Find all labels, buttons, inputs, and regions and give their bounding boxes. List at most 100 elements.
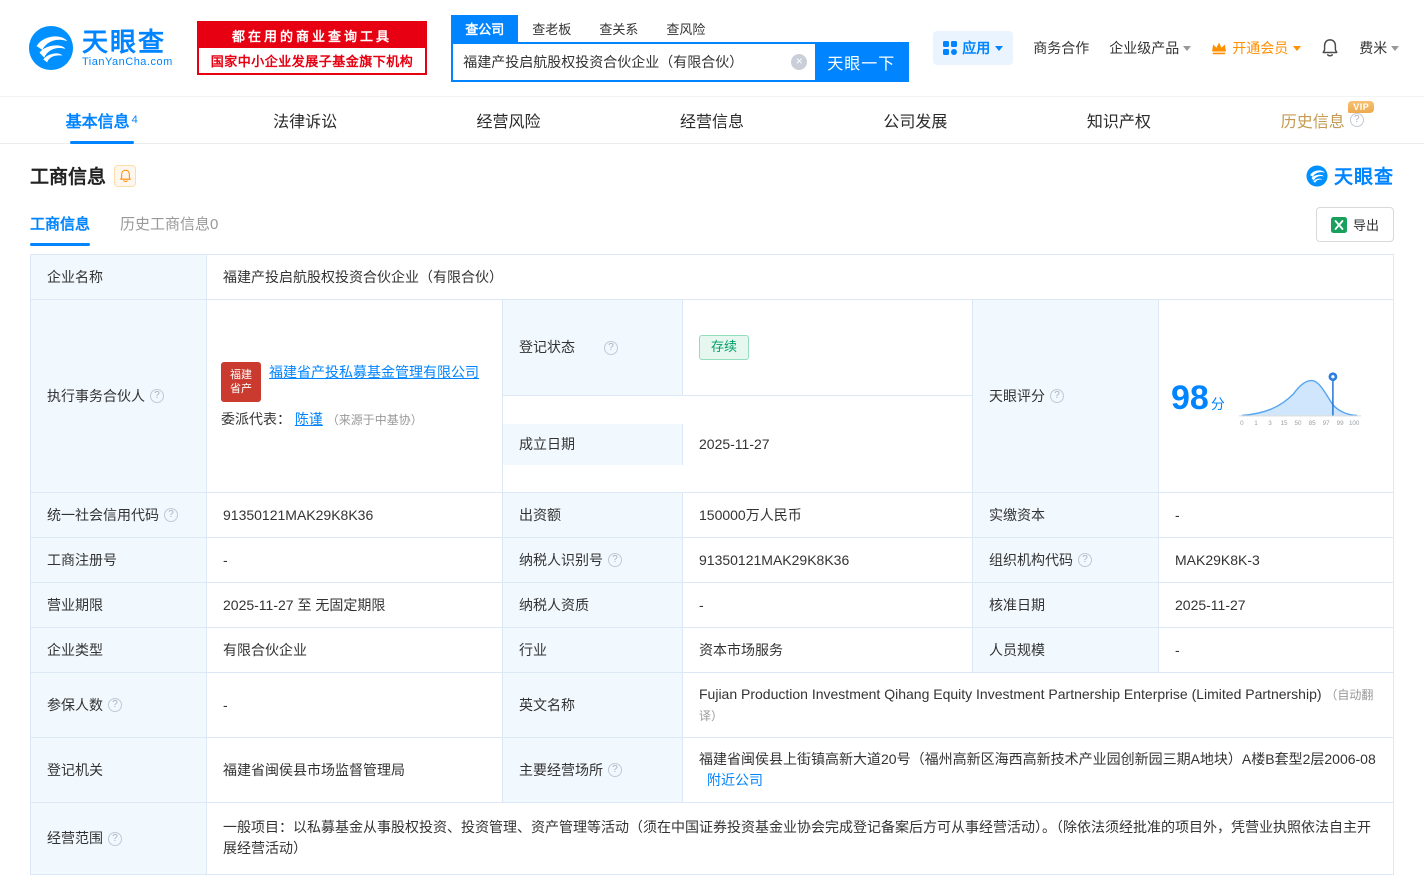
svg-text:0: 0 (1240, 420, 1244, 427)
svg-text:15: 15 (1280, 420, 1287, 427)
export-button[interactable]: 导出 (1315, 207, 1394, 242)
approve-date-label: 核准日期 (973, 583, 1159, 628)
apps-grid-icon (943, 41, 958, 55)
tab-operation-info[interactable]: 经营信息 (610, 97, 813, 143)
enterprise-products-menu[interactable]: 企业级产品 (1109, 38, 1192, 58)
tab-company-development-label: 公司发展 (883, 114, 948, 131)
help-icon[interactable] (604, 340, 618, 355)
partner-logo[interactable]: 福建 省产 (221, 362, 261, 402)
slogan-line1: 都在用的商业查询工具 (198, 23, 426, 48)
staff-size-value: - (1159, 628, 1394, 673)
subscribe-bell-icon[interactable] (114, 164, 137, 187)
business-address-label: 主要经营场所 (503, 738, 683, 803)
header-right: 应用 商务合作 企业级产品 开通会员 费米 (933, 31, 1400, 65)
notification-bell-icon[interactable] (1321, 38, 1339, 58)
tab-legal-proceedings[interactable]: 法律诉讼 (203, 97, 406, 143)
svg-text:50: 50 (1294, 420, 1301, 427)
tianyancha-logo[interactable]: 天眼查 TianYanCha.com (28, 25, 173, 71)
staff-size-label: 人员规模 (973, 628, 1159, 673)
tianyancha-logo-icon (28, 25, 74, 71)
tab-operation-risk-label: 经营风险 (476, 114, 541, 131)
reg-authority-label: 登记机关 (31, 738, 207, 803)
search-tab-boss[interactable]: 查老板 (518, 15, 585, 42)
capital-value: 150000万人民币 (683, 493, 973, 538)
sub-tabs: 工商信息 历史工商信息0 导出 (30, 207, 1394, 252)
nearby-companies-link[interactable]: 附近公司 (707, 772, 763, 788)
vip-badge: VIP (1348, 101, 1375, 113)
business-cooperation-link[interactable]: 商务合作 (1033, 38, 1089, 58)
paid-capital-label: 实缴资本 (973, 493, 1159, 538)
tab-intellectual-property[interactable]: 知识产权 (1017, 97, 1220, 143)
apps-label: 应用 (962, 40, 991, 56)
business-scope-value: 一般项目：以私募基金从事股权投资、投资管理、资产管理等活动（须在中国证券投资基金… (207, 803, 1394, 875)
brand-name: 天眼查 (82, 26, 167, 57)
subtab-business-info[interactable]: 工商信息 (30, 213, 91, 246)
search-input[interactable] (453, 53, 792, 70)
help-icon[interactable] (108, 831, 122, 846)
partner-block: 福建 省产 福建省产投私募基金管理有限公司 (221, 362, 479, 402)
industry-label: 行业 (503, 628, 683, 673)
tab-operation-risk[interactable]: 经营风险 (407, 97, 610, 143)
help-icon[interactable] (608, 763, 622, 777)
status-badge: 存续 (699, 335, 750, 360)
main-nav-tabs: 基本信息 4 法律诉讼 经营风险 经营信息 公司发展 知识产权 VIP 历史信息 (0, 96, 1424, 144)
delegate-label: 委派代表： (221, 411, 291, 427)
help-icon[interactable] (150, 389, 164, 403)
help-icon[interactable] (1349, 113, 1364, 127)
tab-company-development[interactable]: 公司发展 (814, 97, 1017, 143)
establish-date-label: 成立日期 (503, 423, 683, 465)
reg-status-value: 存续 (683, 300, 972, 396)
help-icon[interactable] (164, 508, 178, 522)
enterprise-products-label: 企业级产品 (1109, 40, 1180, 56)
managing-partner-value: 福建 省产 福建省产投私募基金管理有限公司 委派代表： 陈谨 （来源于中基协） (207, 300, 503, 493)
tab-history-info[interactable]: VIP 历史信息 (1221, 97, 1424, 143)
user-menu[interactable]: 费米 (1359, 38, 1400, 58)
company-type-label: 企业类型 (31, 628, 207, 673)
help-icon[interactable] (1050, 389, 1064, 403)
search-tab-risk[interactable]: 查风险 (652, 15, 719, 42)
subtab-history-business-info[interactable]: 历史工商信息0 (120, 213, 218, 246)
score-chart: 0 1 3 15 50 85 97 99 100 (1238, 372, 1361, 427)
tab-intellectual-property-label: 知识产权 (1086, 114, 1151, 131)
search-button[interactable]: 天眼一下 (815, 43, 908, 80)
taxpayer-quality-value: - (683, 583, 973, 628)
help-icon[interactable] (1078, 553, 1092, 567)
search-tab-relation[interactable]: 查关系 (585, 15, 652, 42)
delegate-source: （来源于中基协） (326, 413, 423, 427)
excel-icon (1330, 216, 1347, 233)
tab-basic-info[interactable]: 基本信息 4 (0, 97, 203, 143)
taxpayer-id-value: 91350121MAK29K8K36 (683, 538, 973, 583)
business-scope-label: 经营范围 (31, 803, 207, 875)
english-name-label: 英文名称 (503, 673, 683, 738)
delegate-link[interactable]: 陈谨 (295, 411, 323, 427)
search-tabs: 查公司 查老板 查关系 查风险 (451, 14, 909, 42)
chevron-down-icon (1293, 45, 1302, 51)
svg-text:3: 3 (1268, 420, 1272, 427)
tab-count-badge: 4 (131, 114, 138, 126)
insured-count-value: - (207, 673, 503, 738)
apps-menu[interactable]: 应用 (933, 31, 1014, 65)
open-vip-link[interactable]: 开通会员 (1211, 38, 1302, 58)
header: 天眼查 TianYanCha.com 都在用的商业查询工具 国家中小企业发展子基… (0, 0, 1424, 96)
section-header: 工商信息 天眼查 (30, 162, 1394, 189)
clear-search-icon[interactable] (791, 53, 808, 70)
export-label: 导出 (1352, 218, 1379, 233)
business-term-value: 2025-11-27 至 无固定期限 (207, 583, 503, 628)
partner-company-link[interactable]: 福建省产投私募基金管理有限公司 (269, 362, 479, 382)
help-icon[interactable] (108, 698, 122, 712)
industry-value: 资本市场服务 (683, 628, 973, 673)
reg-number-value: - (207, 538, 503, 583)
help-icon[interactable] (608, 553, 622, 567)
score-value: 98 分 0 1 3 15 50 85 97 99 100 (1159, 300, 1394, 493)
business-address-value: 福建省闽侯县上街镇高新大道20号（福州高新区海西高新技术产业园创新园三期A地块）… (683, 738, 1394, 803)
search-box: 天眼一下 (451, 41, 910, 82)
credit-code-value: 91350121MAK29K8K36 (207, 493, 503, 538)
tab-operation-info-label: 经营信息 (679, 114, 744, 131)
username: 费米 (1359, 40, 1388, 56)
delegate-row: 委派代表： 陈谨 （来源于中基协） (221, 409, 423, 430)
watermark-text: 天眼查 (1333, 167, 1394, 188)
org-code-value: MAK29K8K-3 (1159, 538, 1394, 583)
business-term-label: 营业期限 (31, 583, 207, 628)
tianyancha-watermark: 天眼查 (1306, 162, 1394, 189)
search-tab-company[interactable]: 查公司 (451, 14, 519, 42)
